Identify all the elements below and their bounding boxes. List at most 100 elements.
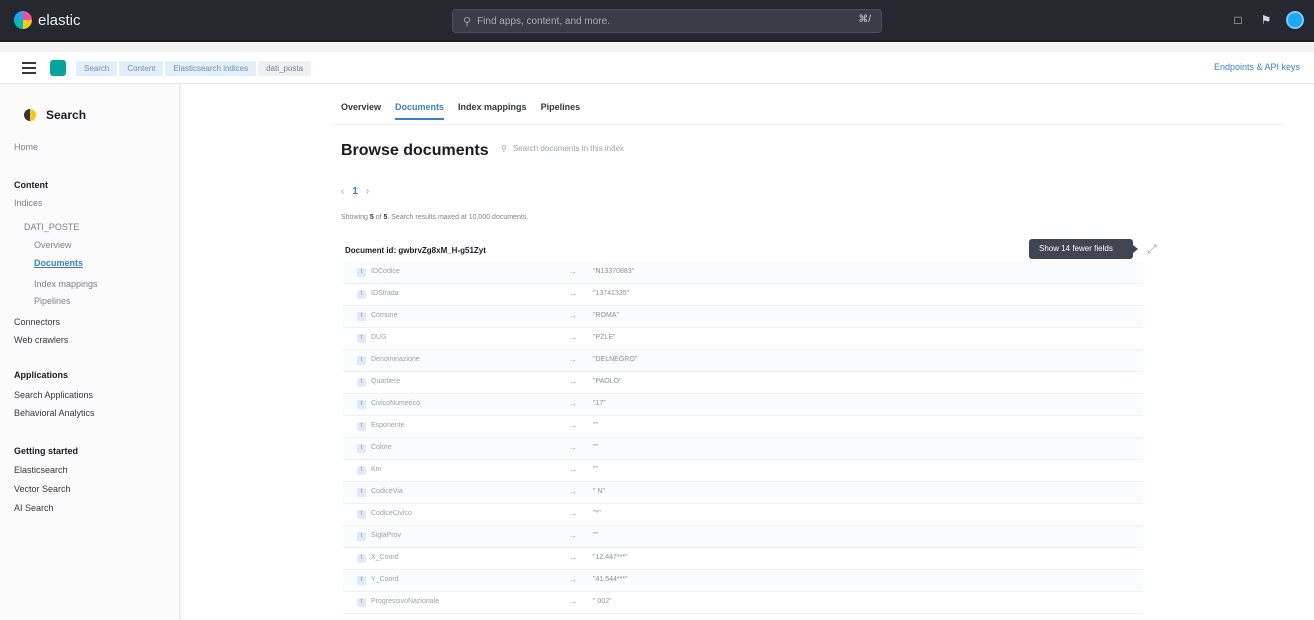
tab-pipelines[interactable]: Pipelines <box>541 102 581 120</box>
field-type-icon: t <box>357 466 366 475</box>
sidebar-item-index[interactable]: DATI_POSTE <box>24 222 79 232</box>
elastic-logo-icon <box>14 11 32 29</box>
tab-index-mappings[interactable]: Index mappings <box>458 102 527 120</box>
breadcrumb-search[interactable]: Search <box>76 61 118 76</box>
index-tabs: Overview Documents Index mappings Pipeli… <box>341 102 580 120</box>
arrow-right-icon: → <box>569 399 577 408</box>
endpoints-api-keys-link[interactable]: Endpoints & API keys <box>1214 62 1300 72</box>
space-avatar[interactable] <box>50 60 66 76</box>
field-type-icon: t <box>357 400 366 409</box>
table-row: t Comune → "ROMA" <box>343 306 1143 328</box>
field-value: "12.447***" <box>593 554 628 561</box>
breadcrumb-current-index: dati_posta <box>258 61 312 76</box>
table-row: t Km → "" <box>343 460 1143 482</box>
table-row: t CivicoNumerico → "17" <box>343 394 1143 416</box>
top-header-bar: elastic ⚲ Find apps, content, and more. … <box>0 0 1314 42</box>
table-row: t DUG → "PZLE" <box>343 328 1143 350</box>
field-type-icon: t <box>357 576 366 585</box>
sidebar-item-web-crawlers[interactable]: Web crawlers <box>14 335 68 345</box>
sidebar-item-indices[interactable]: Indices <box>14 198 43 208</box>
field-value: "ROMA" <box>593 312 619 319</box>
document-id: Document id: gwbrvZg8xM_H-g51Zyt <box>345 246 486 255</box>
arrow-right-icon: → <box>569 465 577 474</box>
elastic-logo[interactable]: elastic <box>14 11 81 29</box>
sidebar-item-overview[interactable]: Overview <box>34 240 72 250</box>
sidebar-item-ai-search[interactable]: AI Search <box>14 503 54 513</box>
next-page-icon[interactable]: › <box>366 186 369 197</box>
arrow-right-icon: → <box>569 289 577 298</box>
global-search-placeholder: Find apps, content, and more. <box>477 15 610 27</box>
field-value: "DELNEGRO" <box>593 356 638 363</box>
field-type-icon: t <box>357 554 366 563</box>
search-solution-icon <box>24 109 36 121</box>
field-value: "N13370883" <box>593 268 635 275</box>
field-name: Comune <box>371 312 398 319</box>
tab-documents[interactable]: Documents <box>395 102 445 120</box>
field-name: IDCodice <box>371 268 400 275</box>
sidebar-group-content: Content <box>14 180 48 190</box>
field-name: DUG <box>371 334 387 341</box>
document-search-placeholder: Search documents in this index <box>512 144 625 153</box>
newsfeed-icon[interactable]: ⚑ <box>1258 12 1274 28</box>
sidebar-title: Search <box>46 108 87 122</box>
search-icon: ⚲ <box>501 144 507 153</box>
sidebar-item-index-mappings[interactable]: Index mappings <box>34 279 98 289</box>
search-icon: ⚲ <box>463 15 472 28</box>
global-search-input[interactable]: ⚲ Find apps, content, and more. ⌘/ <box>452 9 882 33</box>
field-name: CodiceVia <box>371 488 403 495</box>
keyboard-shortcut-badge: ⌘/ <box>858 14 871 25</box>
field-value: "17" <box>593 400 606 407</box>
breadcrumb-bar: Search Content Elasticsearch indices dat… <box>0 52 1314 84</box>
field-name: IDStrada <box>371 290 399 297</box>
field-value: "13741335" <box>593 290 630 297</box>
arrow-right-icon: → <box>569 509 577 518</box>
arrow-right-icon: → <box>569 487 577 496</box>
sidebar-group-applications: Applications <box>14 370 69 380</box>
table-row: t SiglaProv → "" <box>343 526 1143 548</box>
document-search-input[interactable]: ⚲ Search documents in this index <box>501 144 624 153</box>
tabs-divider <box>331 124 1284 125</box>
sidebar-item-pipelines[interactable]: Pipelines <box>34 296 71 306</box>
field-type-icon: t <box>357 312 366 321</box>
tooltip-show-fewer-fields: Show 14 fewer fields <box>1029 239 1138 259</box>
sidebar-item-vector-search[interactable]: Vector Search <box>14 484 71 494</box>
field-type-icon: t <box>357 532 366 541</box>
sidebar-item-home[interactable]: Home <box>14 142 38 152</box>
sidebar-item-connectors[interactable]: Connectors <box>14 317 60 327</box>
collapse-fields-icon[interactable]: ⤢ <box>1147 242 1157 257</box>
field-name: Colore <box>371 444 392 451</box>
breadcrumb: Search Content Elasticsearch indices dat… <box>76 61 312 76</box>
field-type-icon: t <box>357 290 366 299</box>
field-name: Esponente <box>371 422 405 429</box>
previous-page-icon[interactable]: ‹ <box>341 186 344 197</box>
help-icon[interactable]: □ <box>1230 12 1246 28</box>
field-name: X_Coord <box>371 554 399 561</box>
table-row: t Esponente → "" <box>343 416 1143 438</box>
current-page[interactable]: 1 <box>352 186 358 197</box>
field-name: CivicoNumerico <box>371 400 421 407</box>
field-value: "*" <box>593 510 601 517</box>
field-type-icon: t <box>357 356 366 365</box>
arrow-right-icon: → <box>569 597 577 606</box>
sidebar-item-elasticsearch[interactable]: Elasticsearch <box>14 465 68 475</box>
table-row: t ProgressivoNazionale → " 002" <box>343 592 1143 614</box>
field-value: "PAOLO" <box>593 378 622 385</box>
tab-overview[interactable]: Overview <box>341 102 381 120</box>
document-fields-table: t IDCodice → "N13370883" t IDStrada → "13741335… <box>343 262 1143 614</box>
field-name: SiglaProv <box>371 532 401 539</box>
sidebar-item-search-applications[interactable]: Search Applications <box>14 390 93 400</box>
field-name: CodiceCivico <box>371 510 412 517</box>
sidebar-group-getting-started: Getting started <box>14 446 79 456</box>
breadcrumb-indices[interactable]: Elasticsearch indices <box>165 61 257 76</box>
sidebar-item-documents[interactable]: Documents <box>34 258 83 268</box>
user-avatar[interactable] <box>1286 11 1304 29</box>
page-title: Browse documents <box>341 142 489 159</box>
table-row: t Denominazione → "DELNEGRO" <box>343 350 1143 372</box>
sidebar-item-behavioral-analytics[interactable]: Behavioral Analytics <box>14 408 95 418</box>
arrow-right-icon: → <box>569 575 577 584</box>
menu-toggle-icon[interactable] <box>22 62 36 74</box>
table-row: t Y_Coord → "41.544***" <box>343 570 1143 592</box>
breadcrumb-content[interactable]: Content <box>119 61 164 76</box>
field-value: " 002" <box>593 598 612 605</box>
field-type-icon: t <box>357 422 366 431</box>
